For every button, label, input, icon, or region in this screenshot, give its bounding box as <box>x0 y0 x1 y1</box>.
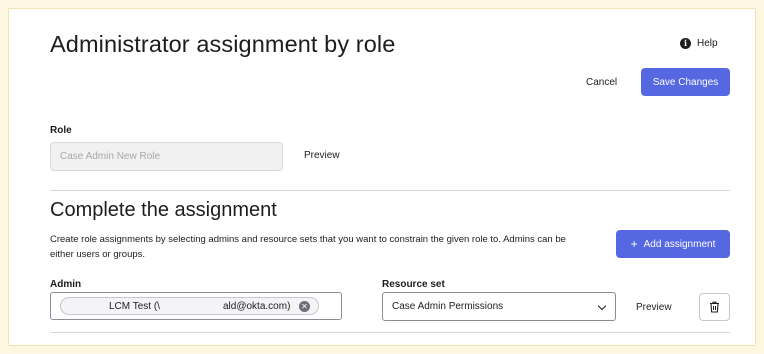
info-icon: i <box>680 38 691 49</box>
help-link[interactable]: i Help <box>680 38 718 49</box>
delete-assignment-button[interactable] <box>699 293 730 321</box>
chevron-down-icon <box>597 301 607 311</box>
role-preview-link[interactable]: Preview <box>304 150 340 161</box>
plus-icon: + <box>630 237 638 251</box>
page-title: Administrator assignment by role <box>50 31 396 57</box>
admin-field[interactable]: LCM Test (\ ald@okta.com) ✕ <box>50 292 342 320</box>
admin-chip-name: LCM Test (\ <box>109 301 160 312</box>
save-changes-button[interactable]: Save Changes <box>641 68 730 96</box>
admin-label: Admin <box>50 279 82 290</box>
resource-set-value: Case Admin Permissions <box>392 301 504 312</box>
role-input-placeholder: Case Admin New Role <box>60 151 161 162</box>
help-label: Help <box>697 38 718 49</box>
section-description: Create role assignments by selecting adm… <box>50 234 566 260</box>
section-divider <box>50 190 730 191</box>
admin-chip-email: ald@okta.com) <box>223 301 291 312</box>
admin-chip: LCM Test (\ ald@okta.com) ✕ <box>60 297 319 315</box>
role-input[interactable]: Case Admin New Role <box>50 142 283 171</box>
resource-set-label: Resource set <box>382 279 445 290</box>
add-assignment-button[interactable]: + Add assignment <box>616 230 730 258</box>
trash-icon <box>710 301 719 313</box>
row-divider <box>50 332 730 333</box>
close-circle-icon[interactable]: ✕ <box>299 301 310 312</box>
cancel-button[interactable]: Cancel <box>586 68 617 96</box>
resource-set-select[interactable]: Case Admin Permissions <box>382 292 616 321</box>
resource-preview-link[interactable]: Preview <box>636 302 672 313</box>
role-label: Role <box>50 125 72 136</box>
add-assignment-label: Add assignment <box>643 238 716 250</box>
assignment-card: Administrator assignment by role i Help … <box>8 8 756 346</box>
section-heading: Complete the assignment <box>50 199 277 221</box>
